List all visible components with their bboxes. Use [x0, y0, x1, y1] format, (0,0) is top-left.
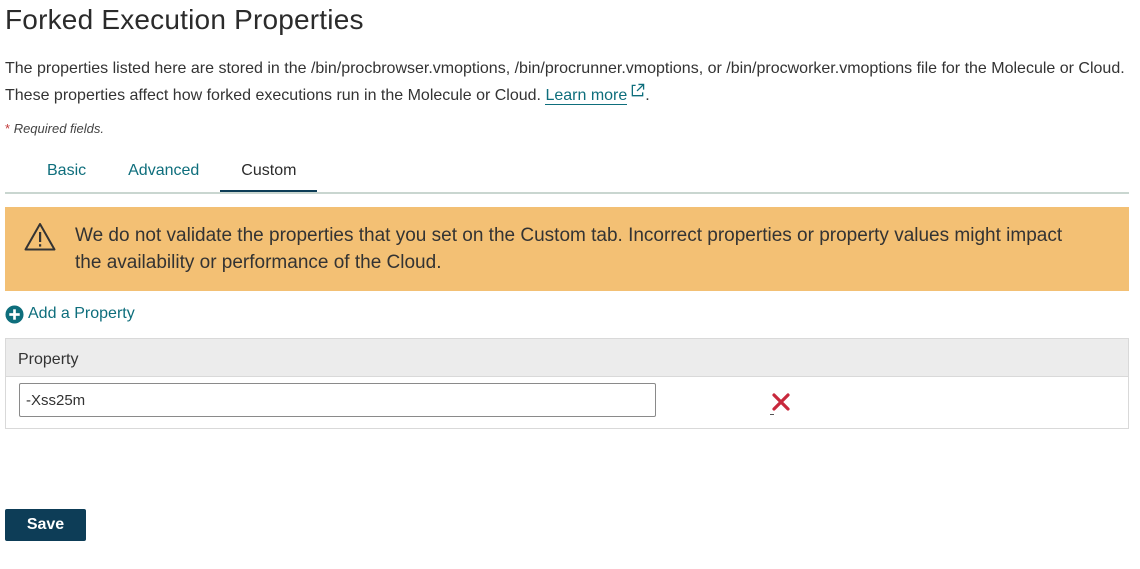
warning-text: We do not validate the properties that y…: [75, 225, 1063, 273]
required-fields-note: * Required fields.: [5, 121, 104, 136]
link-underline: [770, 414, 774, 415]
plus-circle-icon: [5, 304, 24, 324]
warning-triangle-icon: [24, 223, 56, 251]
description-period: .: [645, 87, 650, 104]
tab-advanced[interactable]: Advanced: [107, 152, 220, 190]
add-property-label: Add a Property: [28, 305, 135, 322]
warning-banner: We do not validate the properties that y…: [5, 207, 1129, 291]
external-link-icon[interactable]: [630, 83, 645, 98]
property-column-header: Property: [6, 339, 1128, 377]
page-description: The properties listed here are stored in…: [5, 55, 1125, 109]
learn-more-label: Learn more: [545, 87, 628, 104]
tab-bar: Basic Advanced Custom: [5, 152, 1129, 194]
remove-property-button[interactable]: [770, 391, 792, 415]
required-star: *: [5, 121, 11, 136]
property-table: Property: [5, 338, 1129, 429]
page-title: Forked Execution Properties: [5, 4, 364, 35]
table-row: [6, 377, 1128, 429]
property-input[interactable]: [19, 383, 656, 417]
tab-custom[interactable]: Custom: [220, 152, 318, 192]
save-button[interactable]: Save: [5, 509, 86, 541]
remove-x-icon: [772, 393, 790, 411]
learn-more-link[interactable]: Learn more: [545, 87, 628, 105]
page: Forked Execution Properties The properti…: [0, 0, 1140, 569]
add-property-button[interactable]: Add a Property: [5, 303, 135, 325]
required-text: Required fields.: [13, 121, 105, 136]
tab-basic[interactable]: Basic: [5, 152, 107, 190]
